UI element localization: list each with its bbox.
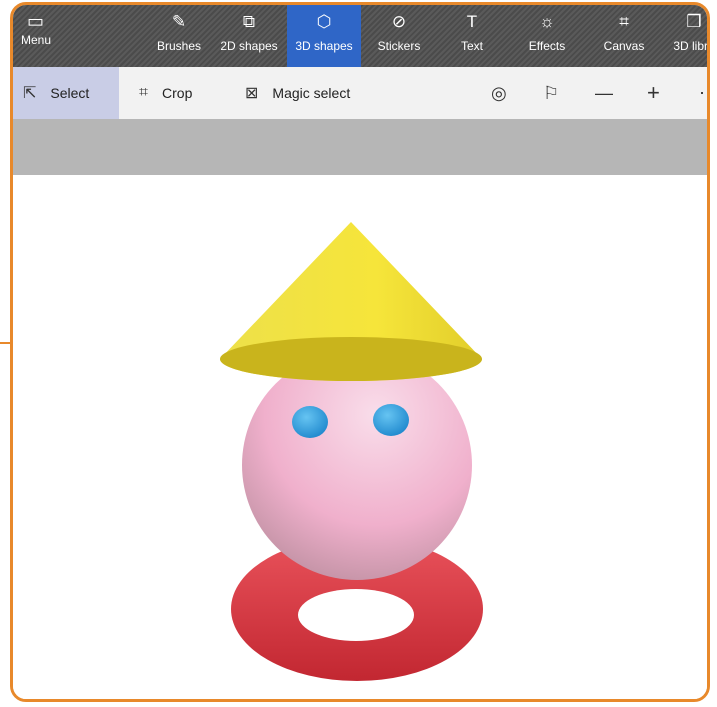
tab-label: Stickers bbox=[377, 39, 421, 53]
tab-2d-shapes[interactable]: ⧉ 2D shapes bbox=[211, 5, 287, 67]
tab-text[interactable]: T Text bbox=[437, 5, 507, 67]
magic-select-icon: ⊠ bbox=[245, 85, 259, 102]
tab-label: 3D libra bbox=[673, 39, 708, 53]
scene-svg bbox=[220, 222, 483, 681]
blue-eye-right[interactable] bbox=[373, 404, 409, 436]
2d-shapes-icon: ⧉ bbox=[242, 12, 256, 31]
text-icon: T bbox=[466, 12, 478, 31]
tool-options-bar: ⇱ Select ⌗ Crop ⊠ Magic select ◎ ⚐ — + ⋯ bbox=[13, 67, 707, 119]
tab-stickers[interactable]: ⊘ Stickers bbox=[361, 5, 437, 67]
crop-label: Crop bbox=[162, 85, 193, 101]
ribbon: ▭ Menu ✎ Brushes ⧉ 2D shapes ⬡ 3D shapes… bbox=[13, 5, 707, 67]
flag-button[interactable]: ⚐ bbox=[543, 67, 559, 119]
tab-effects[interactable]: ☼ Effects bbox=[507, 5, 587, 67]
drawing-canvas[interactable] bbox=[13, 175, 707, 699]
select-cursor-icon: ⇱ bbox=[23, 85, 37, 102]
flag-icon: ⚐ bbox=[543, 82, 560, 103]
magic-select-button[interactable]: ⊠ Magic select bbox=[245, 67, 350, 119]
ribbon-tabs: ✎ Brushes ⧉ 2D shapes ⬡ 3D shapes ⊘ Stic… bbox=[147, 5, 708, 67]
more-button[interactable]: ⋯ bbox=[699, 67, 707, 119]
zoom-out-icon: — bbox=[595, 82, 613, 103]
blue-eye-left[interactable] bbox=[292, 406, 328, 438]
crop-icon: ⌗ bbox=[139, 84, 149, 101]
tab-brushes[interactable]: ✎ Brushes bbox=[147, 5, 211, 67]
app-frame: ▭ Menu ✎ Brushes ⧉ 2D shapes ⬡ 3D shapes… bbox=[10, 2, 710, 702]
tab-label: 3D shapes bbox=[295, 39, 353, 53]
3d-cube-icon: ⬡ bbox=[316, 12, 332, 31]
zoom-out-button[interactable]: — bbox=[595, 67, 613, 119]
select-label: Select bbox=[50, 85, 90, 101]
magic-select-label: Magic select bbox=[272, 85, 351, 101]
workspace-gutter bbox=[13, 119, 707, 175]
pink-sphere[interactable] bbox=[242, 350, 472, 580]
tab-canvas[interactable]: ⌗ Canvas bbox=[587, 5, 661, 67]
canvas-icon: ⌗ bbox=[619, 12, 629, 31]
view-3d-icon: ◎ bbox=[491, 82, 507, 103]
select-button[interactable]: ⇱ Select bbox=[13, 67, 119, 119]
view-3d-button[interactable]: ◎ bbox=[491, 67, 507, 119]
tab-3d-library[interactable]: ❒ 3D libra bbox=[661, 5, 708, 67]
zoom-in-button[interactable]: + bbox=[647, 67, 660, 119]
brush-icon: ✎ bbox=[171, 12, 187, 31]
sticker-icon: ⊘ bbox=[391, 12, 407, 31]
zoom-in-icon: + bbox=[647, 80, 660, 105]
3d-library-icon: ❒ bbox=[686, 12, 702, 31]
yellow-cone[interactable] bbox=[220, 222, 482, 381]
tab-label: Brushes bbox=[156, 39, 202, 53]
tab-label: Canvas bbox=[603, 39, 645, 53]
menu-window-icon: ▭ bbox=[27, 11, 45, 31]
tab-label: 2D shapes bbox=[220, 39, 278, 53]
effects-sun-icon: ☼ bbox=[539, 12, 555, 31]
menu-label: Menu bbox=[21, 33, 52, 47]
frame-connector-line bbox=[0, 342, 12, 344]
tab-label: Text bbox=[460, 39, 483, 53]
menu-button[interactable]: ▭ Menu bbox=[21, 11, 67, 63]
crop-button[interactable]: ⌗ Crop bbox=[139, 67, 192, 119]
tab-3d-shapes[interactable]: ⬡ 3D shapes bbox=[287, 5, 361, 67]
tab-label: Effects bbox=[528, 39, 566, 53]
more-icon: ⋯ bbox=[699, 83, 707, 104]
